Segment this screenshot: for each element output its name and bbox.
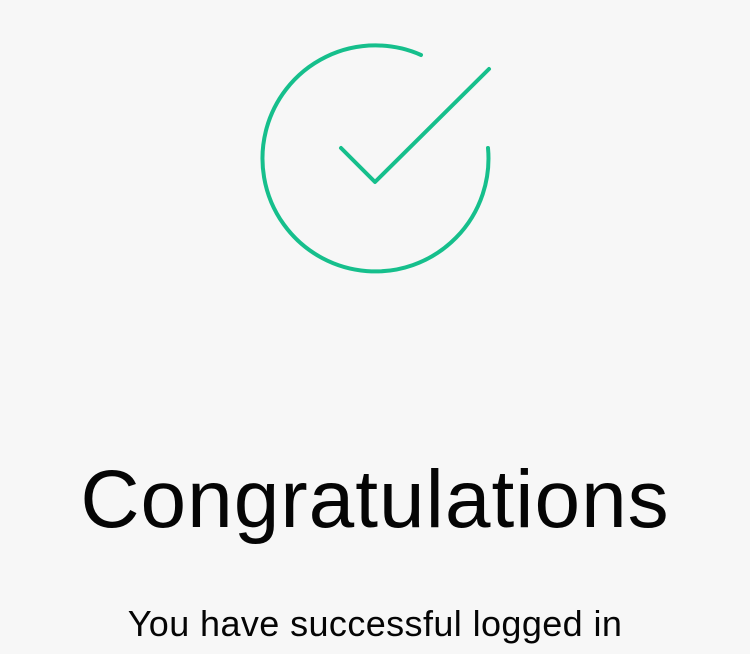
success-check-mark [339, 67, 491, 184]
success-circle-arc [260, 43, 491, 274]
login-success-screen: Congratulations You have successful logg… [0, 0, 750, 654]
page-title: Congratulations [80, 454, 670, 545]
check-circle-icon [260, 43, 491, 274]
success-message: You have successful logged in [127, 603, 623, 644]
